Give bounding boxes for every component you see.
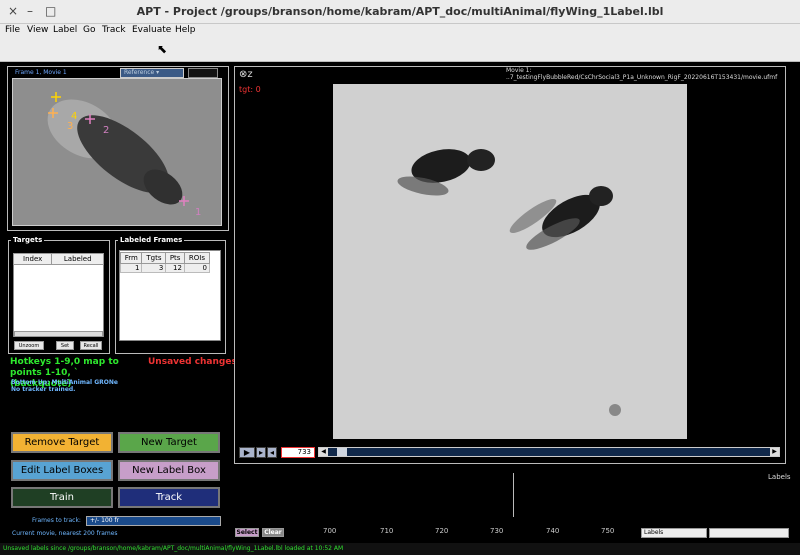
mouse-cursor-icon: ⬉ [157, 42, 168, 56]
set-button[interactable]: Set [56, 341, 74, 350]
select-button[interactable]: Select [235, 528, 259, 537]
menu-track[interactable]: Track [102, 25, 126, 35]
current-movie-text: Current movie, nearest 200 frames [12, 530, 118, 537]
clear-button[interactable]: Clear [262, 528, 284, 537]
landmark-label-3: 3 [67, 121, 74, 132]
reference-select[interactable]: Reference ▾ [120, 68, 184, 78]
menu-go[interactable]: Go [83, 25, 95, 35]
labels-title: Labels [768, 473, 791, 481]
toolbar [0, 38, 800, 62]
new-label-box-button[interactable]: New Label Box [118, 460, 220, 481]
mini-fly-image [13, 79, 221, 225]
frames-to-track-label: Frames to track: [32, 517, 81, 524]
tick-750: 750 [601, 527, 615, 535]
reference-frame-input[interactable] [188, 68, 218, 78]
prev-frame-icon[interactable]: ◂ [267, 447, 277, 458]
movie-path: Movie 1: ..7_testingFlyBubbleRed/CsChrSo… [506, 67, 778, 81]
targets-title: Targets [11, 236, 45, 244]
targets-scrollbar[interactable] [14, 331, 103, 337]
title-bar: × – □ APT - Project /groups/branson/home… [0, 0, 800, 24]
tracker-status: No tracker trained. [11, 386, 76, 393]
status-bar: Unsaved labels since /groups/branson/hom… [0, 543, 800, 555]
menu-file[interactable]: File [5, 25, 20, 35]
col-tgts[interactable]: Tgts [141, 252, 167, 264]
col-labeled[interactable]: Labeled [51, 253, 104, 265]
total-label: Total [121, 343, 136, 350]
tick-730: 730 [490, 527, 504, 535]
menu-label[interactable]: Label [53, 25, 77, 35]
target-indicator: tgt: 0 [239, 85, 261, 94]
edit-label-boxes-button[interactable]: Edit Label Boxes [11, 460, 113, 481]
targets-table[interactable]: Index Labeled [12, 253, 104, 337]
table-row[interactable]: 1 3 12 0 [119, 263, 211, 273]
unzoom-button[interactable]: Unzoom [14, 341, 44, 350]
landmark-label-2: 2 [103, 125, 110, 136]
labels-dropdown[interactable]: Labels [641, 528, 707, 538]
train-button[interactable]: Train [11, 487, 113, 508]
slider-thumb[interactable] [337, 448, 347, 456]
landmark-label-1: 1 [195, 207, 202, 218]
remove-target-button[interactable]: Remove Target [11, 432, 113, 453]
zoom-icon[interactable]: ⊗z [239, 69, 253, 80]
tick-740: 740 [546, 527, 560, 535]
col-pts[interactable]: Pts [165, 252, 185, 264]
mini-view-image[interactable]: 1 2 3 4 [12, 78, 222, 226]
labeled-frames-table[interactable]: Frm Tgts Pts ROIs 1 3 12 0 [119, 252, 211, 273]
frames-to-track-select[interactable]: +/- 100 fr [86, 516, 221, 526]
menu-help[interactable]: Help [175, 25, 196, 35]
total-value: 3 [216, 343, 220, 350]
frame-number-input[interactable]: 733 [281, 447, 315, 458]
col-rois[interactable]: ROIs [183, 252, 211, 264]
cell-tgts: 3 [141, 263, 167, 273]
menu-view[interactable]: View [27, 25, 48, 35]
recall-button[interactable]: Recall [80, 341, 102, 350]
main-frame-image[interactable] [333, 84, 687, 439]
landmark-label-4: 4 [71, 111, 78, 122]
menu-evaluate[interactable]: Evaluate [132, 25, 171, 35]
flies-image [333, 84, 687, 439]
tick-710: 710 [380, 527, 394, 535]
track-button[interactable]: Track [118, 487, 220, 508]
labeled-frames-title: Labeled Frames [118, 236, 185, 244]
tick-720: 720 [435, 527, 449, 535]
new-target-button[interactable]: New Target [118, 432, 220, 453]
next-frame-icon[interactable]: ▸ [256, 447, 266, 458]
labels-dropdown-2[interactable] [709, 528, 789, 538]
cell-frm: 1 [119, 263, 143, 273]
mini-view-caption: Frame 1, Movie 1 [15, 69, 67, 76]
slider-left-arrow-icon[interactable]: ◀ [319, 448, 328, 456]
timeline-cursor [513, 473, 514, 517]
col-index[interactable]: Index [12, 253, 53, 265]
cell-pts: 12 [165, 263, 185, 273]
col-frm[interactable]: Frm [119, 252, 143, 264]
frame-slider[interactable]: ◀ ▶ [318, 447, 780, 457]
unsaved-changes-text: Unsaved changes [148, 357, 237, 367]
cell-rois: 0 [183, 263, 211, 273]
reference-select-label: Reference [124, 69, 155, 76]
window-title: APT - Project /groups/branson/home/kabra… [136, 5, 664, 18]
tick-700: 700 [323, 527, 337, 535]
slider-right-arrow-icon[interactable]: ▶ [770, 448, 779, 456]
menu-bar: File View Label Go Track Evaluate Help [0, 24, 800, 38]
play-icon[interactable]: ▶ [239, 447, 255, 458]
